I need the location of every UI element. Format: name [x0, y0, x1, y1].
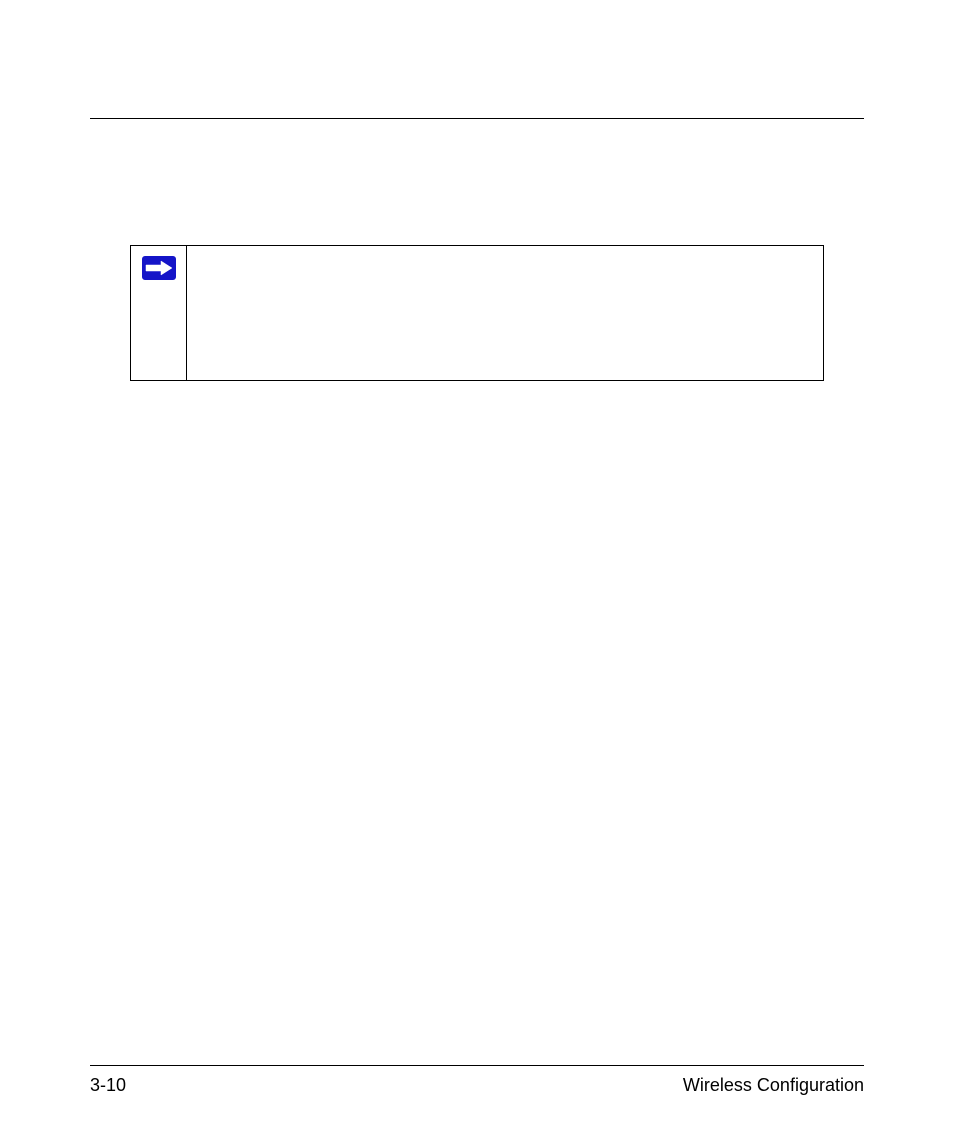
document-page: 3-10 Wireless Configuration — [0, 0, 954, 1145]
page-number: 3-10 — [90, 1075, 126, 1096]
arrow-right-icon-svg — [145, 260, 173, 276]
section-title: Wireless Configuration — [683, 1075, 864, 1096]
note-body-text — [187, 246, 823, 380]
header-rule — [90, 118, 864, 119]
arrow-right-icon — [142, 256, 176, 280]
note-box — [130, 245, 824, 381]
footer-rule — [90, 1065, 864, 1066]
note-icon-cell — [131, 246, 187, 380]
